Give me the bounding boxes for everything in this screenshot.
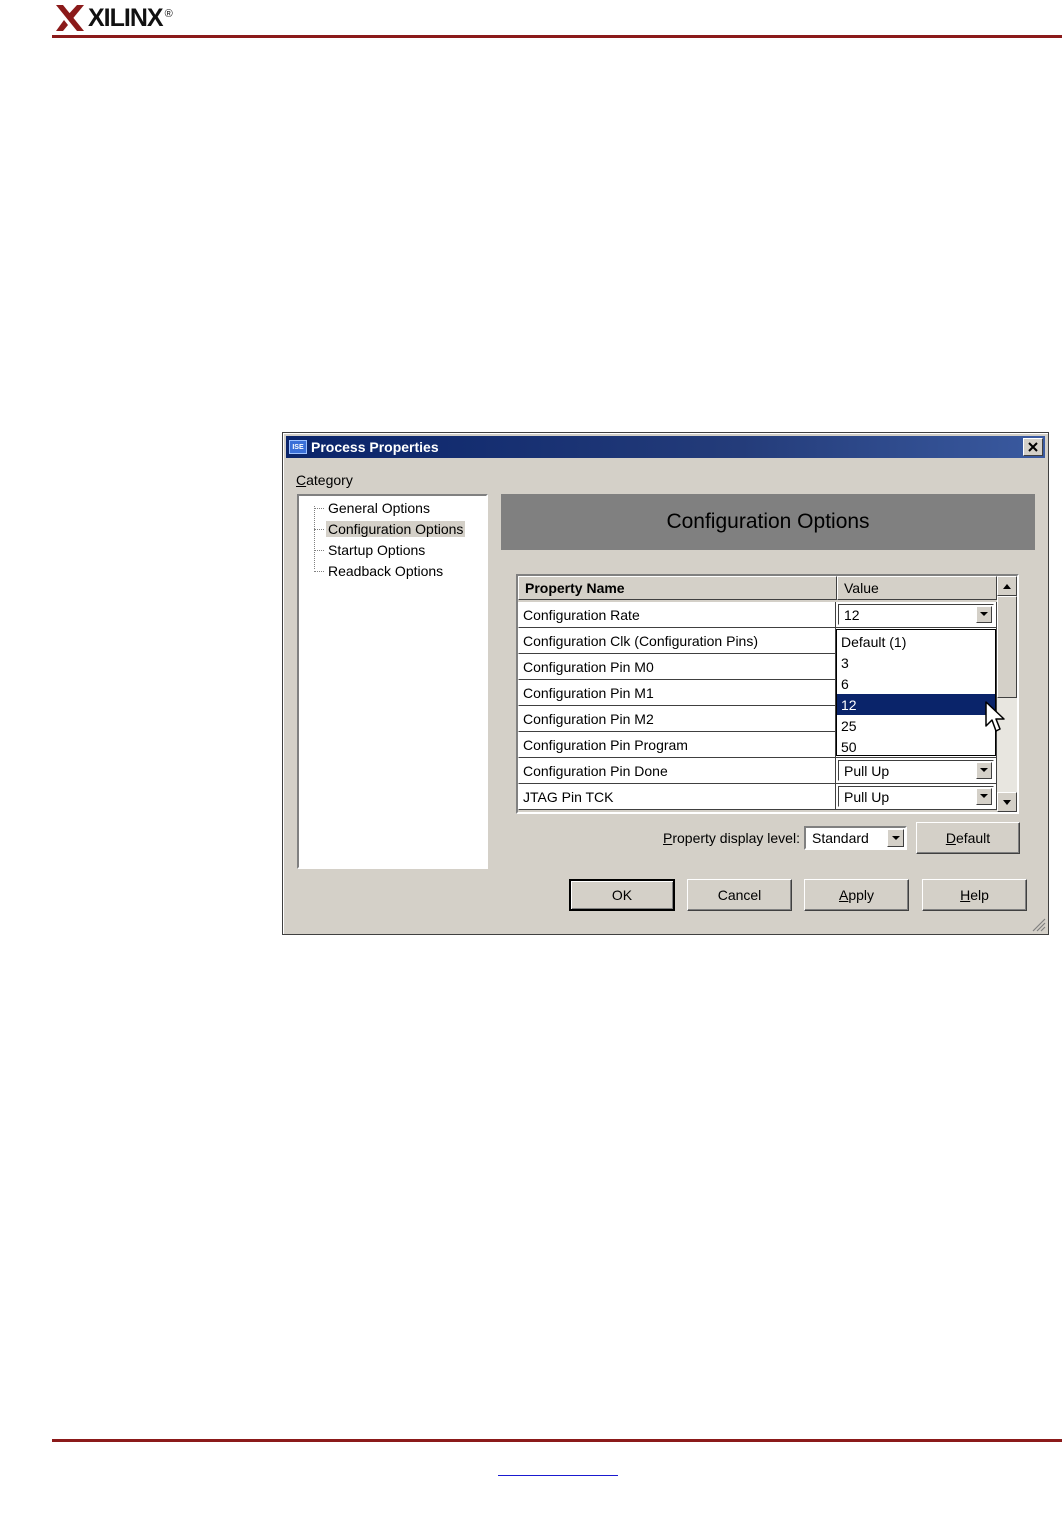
tree-item-readback-options[interactable]: Readback Options bbox=[314, 561, 445, 581]
property-name: Configuration Clk (Configuration Pins) bbox=[518, 628, 837, 654]
scroll-up-button[interactable] bbox=[997, 576, 1017, 596]
dropdown-button[interactable] bbox=[976, 606, 993, 623]
table-row[interactable]: Configuration Rate 12 bbox=[518, 602, 997, 628]
scroll-down-button[interactable] bbox=[997, 792, 1017, 812]
chevron-down-icon bbox=[891, 835, 900, 840]
dialog-title: Process Properties bbox=[311, 439, 439, 455]
dropdown-button[interactable] bbox=[976, 762, 993, 779]
footer-link[interactable] bbox=[498, 1460, 618, 1476]
combo-value: 12 bbox=[844, 606, 860, 623]
process-properties-dialog: ISE Process Properties Category General … bbox=[282, 432, 1049, 935]
category-label: Category bbox=[296, 472, 353, 488]
help-button[interactable]: Help bbox=[922, 879, 1027, 911]
logo-text: XILINX bbox=[88, 3, 164, 32]
ise-app-icon: ISE bbox=[289, 440, 307, 454]
chevron-down-icon bbox=[980, 794, 989, 798]
configuration-rate-combo[interactable]: 12 bbox=[838, 604, 995, 625]
dropdown-option-selected[interactable]: 12 bbox=[837, 694, 995, 715]
panel-title: Configuration Options bbox=[501, 494, 1035, 550]
chevron-down-icon bbox=[980, 768, 989, 772]
property-display-level-select[interactable]: Standard bbox=[804, 826, 907, 850]
property-name: Configuration Pin M0 bbox=[518, 654, 837, 680]
property-value-cell: Pull Up bbox=[836, 784, 997, 810]
property-name: Configuration Pin M2 bbox=[518, 706, 837, 732]
close-button[interactable] bbox=[1023, 438, 1043, 456]
dropdown-button[interactable] bbox=[887, 829, 904, 847]
display-level-value: Standard bbox=[812, 830, 869, 846]
dropdown-option[interactable]: 25 bbox=[837, 715, 995, 736]
mouse-pointer-icon bbox=[985, 701, 1005, 732]
dropdown-option[interactable]: 50 bbox=[837, 736, 995, 757]
property-value-cell: 12 bbox=[836, 602, 997, 628]
property-name: JTAG Pin TCK bbox=[518, 784, 837, 810]
dropdown-button[interactable] bbox=[976, 788, 993, 805]
tree-item-configuration-options[interactable]: Configuration Options bbox=[314, 519, 466, 539]
category-tree[interactable]: General Options Configuration Options St… bbox=[297, 494, 488, 869]
arrow-up-icon bbox=[1003, 583, 1011, 589]
jtag-tck-combo[interactable]: Pull Up bbox=[838, 786, 995, 807]
combo-value: Pull Up bbox=[844, 762, 890, 779]
dropdown-option[interactable]: 6 bbox=[837, 673, 995, 694]
xilinx-logo: XILINX ® bbox=[54, 2, 173, 34]
xilinx-logo-icon bbox=[56, 5, 84, 31]
property-name: Configuration Pin M1 bbox=[518, 680, 837, 706]
property-display-level-label: Property display level: bbox=[663, 830, 800, 846]
cancel-button[interactable]: Cancel bbox=[687, 879, 792, 911]
title-bar[interactable]: ISE Process Properties bbox=[286, 436, 1045, 458]
chevron-down-icon bbox=[980, 612, 989, 616]
ok-button[interactable]: OK bbox=[569, 879, 675, 911]
property-name: Configuration Pin Done bbox=[518, 758, 837, 784]
property-name: Configuration Rate bbox=[518, 602, 837, 628]
dropdown-option[interactable]: 3 bbox=[837, 652, 995, 673]
apply-button[interactable]: Apply bbox=[804, 879, 909, 911]
grid-header: Property Name Value bbox=[518, 576, 997, 602]
table-row[interactable]: Configuration Pin Done Pull Up bbox=[518, 758, 997, 784]
tree-item-general-options[interactable]: General Options bbox=[314, 498, 432, 518]
configuration-rate-dropdown-list[interactable]: Default (1) 3 6 12 25 50 bbox=[836, 629, 996, 756]
dropdown-option[interactable]: Default (1) bbox=[837, 631, 995, 652]
header-property-name[interactable]: Property Name bbox=[518, 576, 837, 600]
arrow-down-icon bbox=[1003, 799, 1011, 805]
scroll-thumb[interactable] bbox=[997, 596, 1017, 698]
header-value[interactable]: Value bbox=[837, 576, 997, 600]
registered-mark: ® bbox=[164, 8, 173, 20]
resize-grip-icon[interactable] bbox=[1032, 918, 1046, 932]
close-icon bbox=[1028, 442, 1038, 452]
property-name: Configuration Pin Program bbox=[518, 732, 837, 758]
header-rule bbox=[52, 35, 1062, 38]
footer-rule bbox=[52, 1439, 1062, 1442]
combo-value: Pull Up bbox=[844, 788, 890, 805]
table-row[interactable]: JTAG Pin TCK Pull Up bbox=[518, 784, 997, 810]
tree-item-startup-options[interactable]: Startup Options bbox=[314, 540, 427, 560]
property-value-cell: Pull Up bbox=[836, 758, 997, 784]
default-button[interactable]: Default bbox=[916, 822, 1020, 854]
vertical-scrollbar[interactable] bbox=[997, 576, 1017, 812]
pin-done-combo[interactable]: Pull Up bbox=[838, 760, 995, 781]
